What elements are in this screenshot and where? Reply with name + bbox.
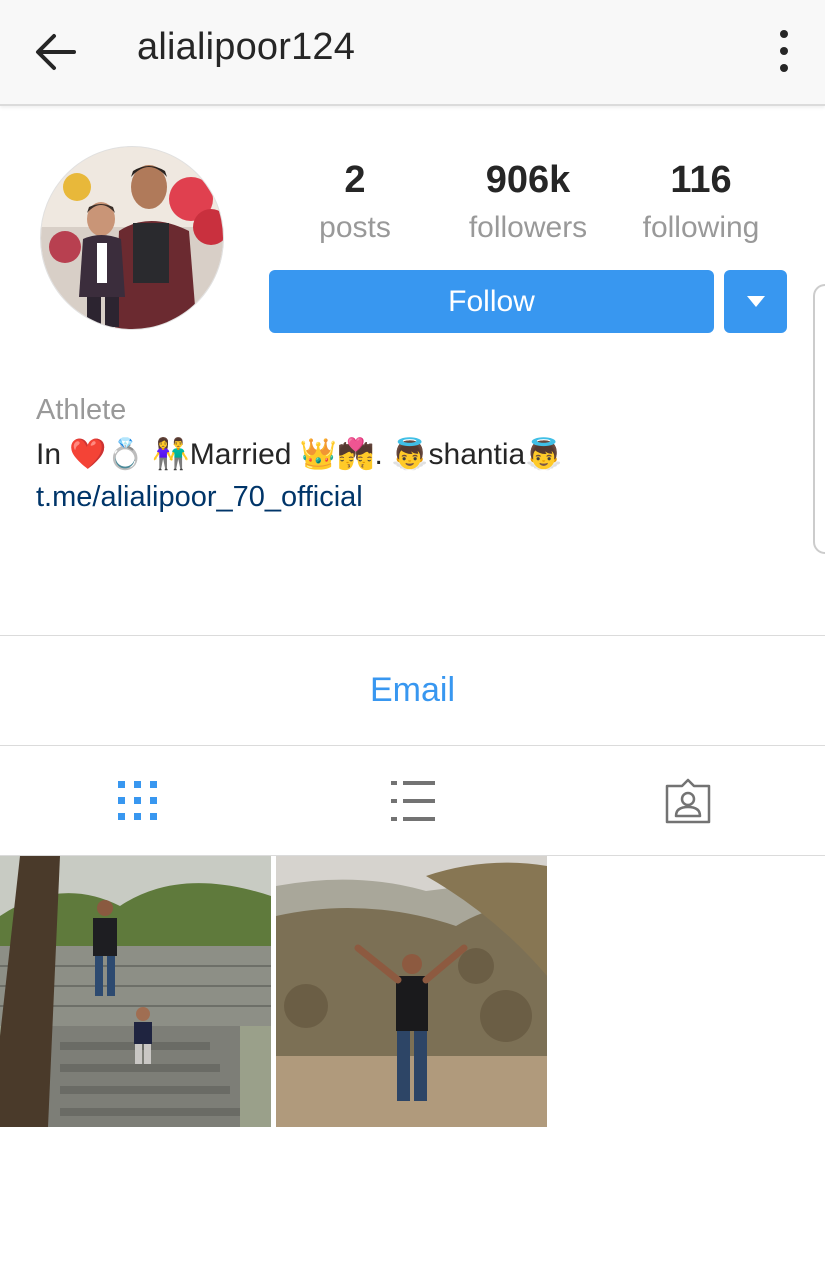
arrow-left-icon (36, 34, 76, 70)
more-vertical-icon-dot (780, 64, 788, 72)
stat-posts[interactable]: 2 posts (270, 156, 440, 248)
stat-posts-count: 2 (344, 159, 366, 201)
email-button[interactable]: Email (0, 636, 825, 745)
list-icon (390, 780, 435, 821)
profile-username-title: alialipoor124 (137, 26, 356, 68)
tab-list-view[interactable] (275, 746, 550, 855)
profile-website-link[interactable]: t.me/alialipoor_70_official (36, 481, 363, 514)
top-app-bar: alialipoor124 (0, 0, 825, 106)
profile-avatar[interactable] (40, 146, 224, 330)
profile-category: Athlete (36, 394, 127, 426)
follow-button[interactable]: Follow (269, 270, 714, 333)
stat-followers[interactable]: 906k followers (443, 156, 613, 248)
caret-down-icon (746, 296, 765, 307)
more-vertical-icon-dot (780, 47, 788, 55)
more-options-button[interactable] (767, 28, 801, 74)
tab-grid-view[interactable] (0, 746, 275, 855)
stat-following-label: following (642, 211, 760, 244)
post-thumbnail[interactable] (276, 856, 547, 1127)
tagged-icon (665, 778, 710, 823)
post-thumbnail[interactable] (0, 856, 271, 1127)
stat-following-count: 116 (670, 159, 732, 201)
stat-following[interactable]: 116 following (616, 156, 786, 248)
suggested-users-dropdown-button[interactable] (724, 270, 787, 333)
stat-followers-count: 906k (485, 159, 571, 201)
back-button[interactable] (30, 28, 80, 76)
grid-icon (117, 780, 157, 820)
side-panel-handle[interactable] (813, 284, 825, 554)
tab-tagged-photos[interactable] (550, 746, 825, 855)
stat-followers-label: followers (468, 211, 588, 244)
profile-bio-text: In ❤️💍 👫Married 👑💏. 👼shantia👼 (36, 438, 563, 471)
more-vertical-icon (780, 30, 788, 38)
stat-posts-label: posts (319, 211, 391, 244)
